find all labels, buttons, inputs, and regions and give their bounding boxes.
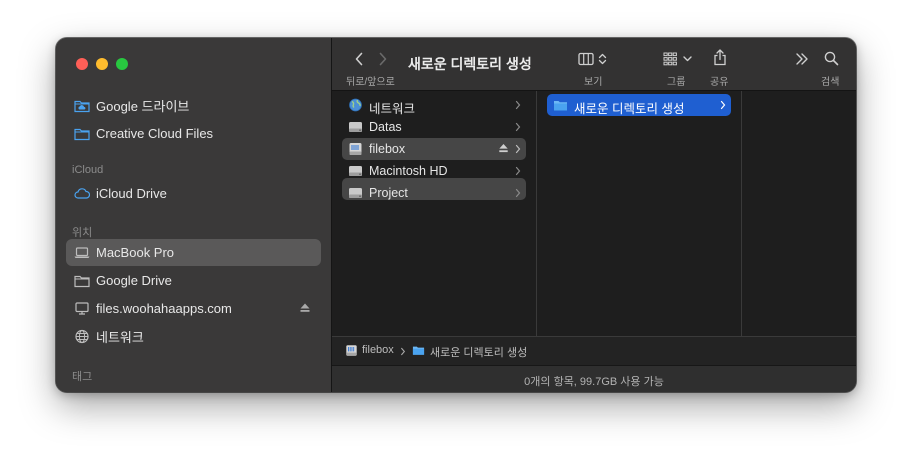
- sidebar-item-label: 네트워크: [96, 330, 144, 345]
- sidebar: Google 드라이브 Creative Cloud Files iCloud …: [56, 38, 332, 392]
- sidebar-item-macbook-pro[interactable]: MacBook Pro: [66, 239, 321, 266]
- minimize-button[interactable]: [96, 58, 108, 70]
- drive-icon: [349, 122, 362, 132]
- zoom-button[interactable]: [116, 58, 128, 70]
- column-row-new-directory[interactable]: 새로운 디렉토리 생성: [547, 94, 731, 116]
- display-icon: [75, 302, 89, 315]
- column-row-network[interactable]: 네트워크: [342, 94, 526, 116]
- folder-icon: [554, 101, 567, 111]
- window-controls: [76, 58, 128, 70]
- share-icon[interactable]: [713, 49, 727, 66]
- folder-icon: [74, 275, 90, 288]
- folder-cloud-icon: [74, 100, 90, 113]
- sidebar-item-google-drive-kr[interactable]: Google 드라이브: [66, 92, 321, 119]
- finder-window: Google 드라이브 Creative Cloud Files iCloud …: [56, 38, 856, 392]
- toolbar: 뒤로/앞으로 새로운 디렉토리 생성 보기 그룹 공유 검색: [332, 38, 856, 91]
- column-browser: 네트워크 Datas filebox Macintosh HD Project …: [332, 91, 856, 336]
- sidebar-item-network[interactable]: 네트워크: [66, 323, 321, 350]
- column-row-filebox[interactable]: filebox: [342, 138, 526, 160]
- more-chevrons-icon[interactable]: [795, 52, 809, 66]
- status-text: 0개의 항목, 99.7GB 사용 가능: [524, 376, 664, 388]
- sidebar-item-google-drive[interactable]: Google Drive: [66, 267, 321, 294]
- search-label: 검색: [821, 77, 840, 88]
- column-view-icon[interactable]: [578, 52, 610, 66]
- view-label: 보기: [584, 77, 603, 88]
- path-segment-filebox[interactable]: filebox: [362, 344, 394, 356]
- nas-drive-icon: [346, 345, 357, 356]
- nas-drive-icon: [349, 143, 362, 155]
- folder-icon: [412, 346, 425, 355]
- network-globe-icon: [349, 98, 362, 112]
- row-label: Macintosh HD: [369, 164, 448, 178]
- sidebar-item-files-woohahaapps[interactable]: files.woohahaapps.com: [66, 295, 321, 322]
- sidebar-item-label: MacBook Pro: [96, 245, 175, 260]
- folder-icon: [74, 128, 90, 141]
- globe-icon: [75, 329, 89, 344]
- sidebar-item-label: Creative Cloud Files: [96, 126, 214, 141]
- back-chevron-icon[interactable]: [354, 52, 364, 66]
- share-label: 공유: [710, 77, 729, 88]
- chevron-right-icon: [720, 100, 726, 110]
- path-segment-new-directory[interactable]: 새로운 디렉토리 생성: [430, 344, 527, 360]
- eject-icon[interactable]: [498, 143, 509, 154]
- eject-icon[interactable]: [299, 302, 311, 314]
- sidebar-item-label: iCloud Drive: [96, 186, 167, 201]
- chevron-right-icon: [515, 166, 521, 176]
- row-label: filebox: [369, 142, 406, 156]
- sidebar-section-icloud: iCloud: [72, 164, 104, 176]
- sidebar-item-label: Google 드라이브: [96, 99, 190, 114]
- column-row-datas[interactable]: Datas: [342, 116, 526, 138]
- group-grid-icon[interactable]: [663, 52, 695, 66]
- cloud-icon: [74, 188, 90, 199]
- sidebar-section-tags: 태그: [72, 371, 93, 383]
- row-label: 네트워크: [369, 102, 416, 116]
- search-icon[interactable]: [824, 51, 839, 66]
- close-button[interactable]: [76, 58, 88, 70]
- group-label: 그룹: [667, 77, 686, 88]
- row-label: Datas: [369, 120, 402, 134]
- row-label: Project: [369, 186, 408, 200]
- row-label: 새로운 디렉토리 생성: [574, 102, 685, 116]
- chevron-right-icon: [515, 188, 521, 198]
- path-bar: filebox 새로운 디렉토리 생성: [332, 336, 856, 365]
- sidebar-item-icloud-drive[interactable]: iCloud Drive: [66, 180, 321, 207]
- sidebar-section-locations: 위치: [72, 227, 93, 239]
- sidebar-item-label: Google Drive: [96, 273, 172, 288]
- window-title: 새로운 디렉토리 생성: [408, 56, 532, 72]
- chevron-right-icon: [515, 100, 521, 110]
- status-bar: 0개의 항목, 99.7GB 사용 가능: [332, 365, 856, 392]
- column-divider[interactable]: [741, 91, 742, 336]
- laptop-icon: [74, 247, 90, 258]
- back-forward-label: 뒤로/앞으로: [346, 77, 395, 88]
- chevron-right-icon: [515, 122, 521, 132]
- column-divider[interactable]: [536, 91, 537, 336]
- sidebar-item-creative-cloud-files[interactable]: Creative Cloud Files: [66, 120, 321, 147]
- column-row-project[interactable]: Project: [342, 182, 526, 204]
- chevron-right-icon: [401, 347, 406, 356]
- chevron-right-icon: [515, 144, 521, 154]
- forward-chevron-icon[interactable]: [378, 52, 388, 66]
- drive-icon: [349, 166, 362, 176]
- column-row-macintosh-hd[interactable]: Macintosh HD: [342, 160, 526, 182]
- sidebar-item-label: files.woohahaapps.com: [96, 301, 232, 316]
- drive-icon: [349, 188, 362, 198]
